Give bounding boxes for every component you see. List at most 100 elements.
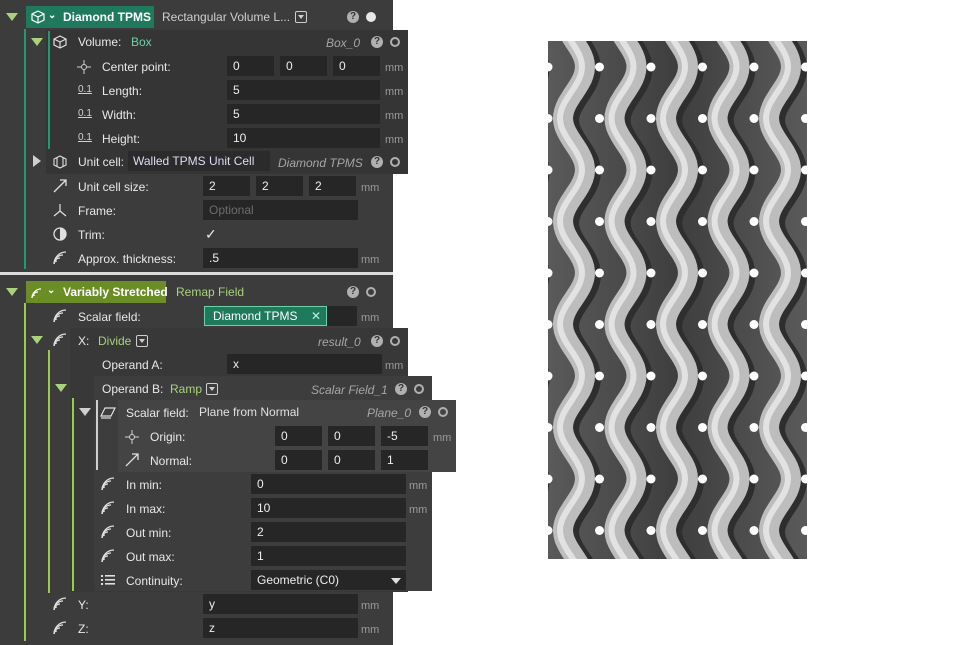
clear-icon[interactable]: ✕ <box>311 309 321 323</box>
chevron-down-icon[interactable] <box>391 578 401 584</box>
help-icon[interactable]: ? <box>371 156 383 168</box>
approx-thickness-field[interactable]: .5 <box>203 248 358 268</box>
operand-b-dropdown-icon[interactable] <box>206 383 218 395</box>
approx-thickness-label: Approx. thickness: <box>78 252 177 266</box>
center-y-field[interactable]: 0 <box>280 56 327 76</box>
visibility-dot-icon[interactable] <box>390 336 400 346</box>
origin-z-field[interactable]: -5 <box>381 426 428 446</box>
origin-y-field[interactable]: 0 <box>328 426 375 446</box>
center-x-field[interactable]: 0 <box>227 56 274 76</box>
normal-y-field[interactable]: 0 <box>328 450 375 470</box>
help-icon[interactable]: ? <box>347 11 359 23</box>
collapse-volume-icon[interactable] <box>31 38 43 46</box>
origin-label: Origin: <box>150 430 186 444</box>
lattice-hole <box>749 423 759 432</box>
trim-checkbox[interactable]: ✓ <box>205 227 217 241</box>
arrow-diagonal-icon <box>125 453 139 467</box>
help-icon[interactable]: ? <box>371 335 383 347</box>
lattice-hole <box>595 217 604 226</box>
lattice-hole <box>595 320 604 329</box>
visibility-dot-icon[interactable] <box>390 37 400 47</box>
plane-ref: Plane_0 <box>367 406 412 420</box>
volume-label: Volume: <box>78 35 122 49</box>
type-dropdown-icon[interactable] <box>295 11 307 23</box>
operand-a-label: Operand A: <box>102 358 163 372</box>
continuity-select[interactable]: Geometric (C0) <box>251 570 406 590</box>
center-z-field[interactable]: 0 <box>333 56 380 76</box>
help-icon[interactable]: ? <box>395 383 407 395</box>
variably-header-tag[interactable]: ⌄ Variably Stretched <box>26 281 168 303</box>
arc-waves-icon <box>101 477 115 491</box>
width-field[interactable]: 5 <box>227 104 380 124</box>
normal-x-field[interactable]: 0 <box>275 450 322 470</box>
cell-size-z-field[interactable]: 2 <box>309 176 356 196</box>
in-max-field[interactable]: 10 <box>251 498 406 518</box>
help-icon[interactable]: ? <box>347 286 359 298</box>
lattice-hole <box>646 62 656 72</box>
variably-title: Variably Stretched <box>63 285 168 299</box>
arc-waves-icon <box>53 621 67 635</box>
width-label: Width: <box>102 108 137 122</box>
expand-unit-cell-icon[interactable] <box>33 155 41 167</box>
x-type[interactable]: Divide <box>98 334 131 348</box>
diamond-type-label: Rectangular Volume L... <box>162 10 291 24</box>
unit-label: mm <box>361 254 380 266</box>
collapse-operand-b-icon[interactable] <box>55 384 67 392</box>
length-field[interactable]: 5 <box>227 80 380 100</box>
visibility-dot-icon[interactable] <box>366 287 376 297</box>
lattice-hole <box>595 165 604 175</box>
point-icon <box>125 430 139 444</box>
viewport-render[interactable] <box>548 41 807 559</box>
visibility-dot-icon[interactable] <box>390 157 400 167</box>
scalar-field-tag[interactable]: Diamond TPMS ✕ <box>204 306 327 326</box>
decimal-icon: 0.1 <box>78 132 92 143</box>
lattice-hole <box>698 62 707 72</box>
y-field[interactable]: y <box>203 594 358 614</box>
cell-size-x-field[interactable]: 2 <box>203 176 250 196</box>
visibility-dot-icon[interactable] <box>366 12 376 22</box>
collapse-plane-icon[interactable] <box>79 408 91 416</box>
operand-b-type[interactable]: Ramp <box>170 382 202 396</box>
x-label: X: <box>78 334 90 348</box>
volume-type[interactable]: Box <box>131 35 152 49</box>
lattice-hole <box>698 165 707 175</box>
height-field[interactable]: 10 <box>227 128 380 148</box>
unit-cell-type: Walled TPMS Unit Cell <box>133 154 255 168</box>
visibility-dot-icon[interactable] <box>438 407 448 417</box>
x-type-dropdown-icon[interactable] <box>136 335 148 347</box>
z-field[interactable]: z <box>203 618 358 638</box>
help-icon[interactable]: ? <box>419 406 431 418</box>
volume-ref: Box_0 <box>326 36 361 50</box>
help-icon[interactable]: ? <box>371 36 383 48</box>
lattice-hole <box>646 114 656 123</box>
out-max-label: Out max: <box>126 550 175 564</box>
collapse-x-icon[interactable] <box>31 336 43 344</box>
collapse-variably-icon[interactable] <box>6 288 18 296</box>
volume-group-bar <box>48 31 50 149</box>
visibility-dot-icon[interactable] <box>414 384 424 394</box>
unit-cell-type-tag[interactable]: Walled TPMS Unit Cell <box>128 151 270 171</box>
half-circle-icon <box>53 227 67 241</box>
unit-label: mm <box>385 62 404 74</box>
out-max-field[interactable]: 1 <box>251 546 406 566</box>
scalar-field-label: Scalar field: <box>78 310 141 324</box>
operand-a-field[interactable]: x <box>227 354 382 374</box>
z-label: Z: <box>78 622 89 636</box>
lattice-hole <box>595 526 604 535</box>
origin-x-field[interactable]: 0 <box>275 426 322 446</box>
plane-type[interactable]: Plane from Normal <box>199 405 299 419</box>
center-point-label: Center point: <box>102 60 171 74</box>
in-min-field[interactable]: 0 <box>251 474 406 494</box>
unit-label: mm <box>361 624 380 636</box>
cell-size-y-field[interactable]: 2 <box>256 176 303 196</box>
unit-label: mm <box>361 182 380 194</box>
out-min-field[interactable]: 2 <box>251 522 406 542</box>
frame-field[interactable]: Optional <box>203 200 358 220</box>
x-ref: result_0 <box>318 335 361 349</box>
lattice-hole <box>698 217 707 226</box>
collapse-diamond-icon[interactable] <box>6 13 18 21</box>
diamond-header-tag[interactable]: ⌄ Diamond TPMS <box>26 6 154 28</box>
normal-z-field[interactable]: 1 <box>381 450 428 470</box>
lattice-hole <box>646 268 656 278</box>
lattice-hole <box>749 165 759 175</box>
